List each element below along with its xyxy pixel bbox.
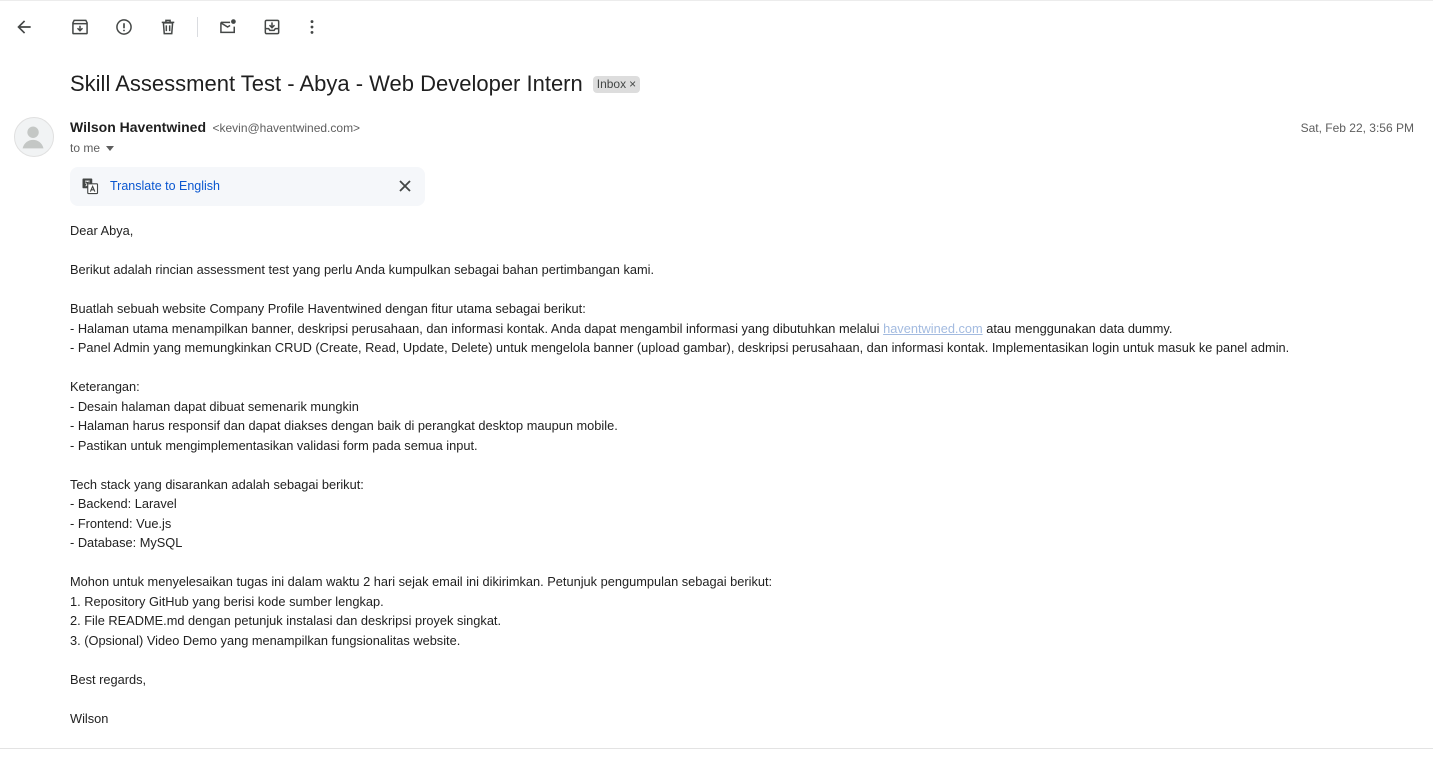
default-avatar-icon — [22, 126, 44, 149]
body-submit-2: 2. File README.md dengan petunjuk instal… — [70, 613, 502, 628]
body-notes-title: Keterangan: — [70, 379, 140, 394]
archive-icon[interactable] — [64, 11, 96, 43]
move-to-icon[interactable] — [256, 11, 288, 43]
company-website-link[interactable]: haventwined.com — [883, 321, 983, 336]
email-subject: Skill Assessment Test - Abya - Web Devel… — [70, 71, 583, 96]
body-task-1: - Halaman utama menampilkan banner, desk… — [70, 319, 1289, 339]
translate-banner: Translate to English — [70, 167, 425, 206]
recipient-text: to me — [70, 141, 101, 155]
divider — [0, 748, 1433, 749]
chevron-down-icon — [106, 146, 115, 151]
sender-name[interactable]: Wilson Haventwined — [70, 119, 206, 135]
body-stack-1: - Backend: Laravel — [70, 496, 177, 511]
close-icon[interactable] — [397, 178, 413, 194]
body-task-2: - Panel Admin yang memungkinkan CRUD (Cr… — [70, 340, 1290, 355]
sender-line: Wilson Haventwined <kevin@haventwined.co… — [70, 119, 360, 137]
translate-link[interactable]: Translate to English — [110, 179, 220, 193]
remove-label-icon[interactable]: × — [629, 77, 636, 91]
body-note-1: - Desain halaman dapat dibuat semenarik … — [70, 398, 359, 414]
task-1-text: - Halaman utama menampilkan banner, desk… — [70, 320, 884, 336]
body-note-2: - Halaman harus responsif dan dapat diak… — [70, 418, 618, 433]
body-task-intro: Buatlah sebuah website Company Profile H… — [70, 301, 586, 316]
more-options-icon[interactable] — [296, 11, 328, 43]
recipient-details-toggle[interactable]: to me — [70, 141, 115, 155]
body-intro: Berikut adalah rincian assessment test y… — [70, 262, 655, 277]
email-body: Dear Abya, Berikut adalah rincian assess… — [70, 221, 1289, 728]
mark-unread-icon[interactable] — [212, 11, 244, 43]
inbox-label-chip[interactable]: Inbox × — [592, 75, 641, 93]
body-closing: Best regards, — [70, 671, 147, 687]
sender-email: <kevin@haventwined.com> — [212, 121, 361, 135]
subject-row: Skill Assessment Test - Abya - Web Devel… — [70, 66, 641, 102]
delete-icon[interactable] — [152, 11, 184, 43]
body-submit-intro: Mohon untuk menyelesaikan tugas ini dala… — [70, 574, 773, 589]
back-arrow-icon[interactable] — [8, 11, 40, 43]
label-text: Inbox — [596, 76, 627, 91]
translate-icon — [82, 178, 99, 195]
email-date: Sat, Feb 22, 3:56 PM — [1300, 121, 1414, 135]
toolbar-divider — [197, 17, 198, 37]
body-submit-1: 1. Repository GitHub yang berisi kode su… — [70, 593, 384, 609]
body-stack-3: - Database: MySQL — [70, 535, 183, 550]
email-toolbar — [0, 0, 1433, 53]
body-submit-3: 3. (Opsional) Video Demo yang menampilka… — [70, 632, 461, 648]
body-note-3: - Pastikan untuk mengimplementasikan val… — [70, 437, 478, 453]
report-spam-icon[interactable] — [108, 11, 140, 43]
body-greeting: Dear Abya, — [70, 223, 134, 238]
avatar[interactable] — [14, 117, 54, 157]
body-stack-2: - Frontend: Vue.js — [70, 515, 172, 531]
body-signature: Wilson — [70, 710, 109, 726]
body-stack-title: Tech stack yang disarankan adalah sebaga… — [70, 476, 364, 492]
task-1-text-end: atau menggunakan data dummy. — [982, 320, 1173, 336]
